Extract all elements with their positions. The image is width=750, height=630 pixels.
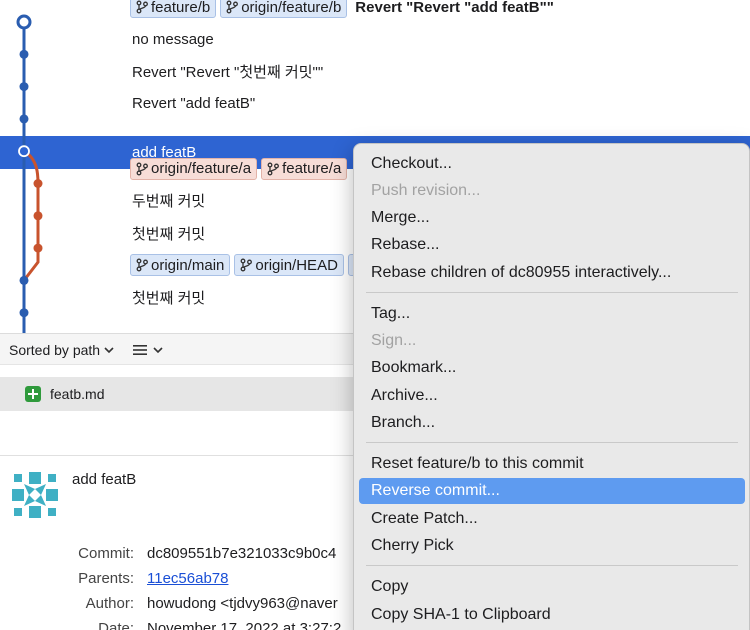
menu-item-copy[interactable]: Copy	[359, 574, 745, 600]
author-label: Author:	[85, 595, 134, 612]
menu-item-rebase[interactable]: Rebase...	[359, 232, 745, 258]
commit-graph	[16, 14, 43, 333]
parents-label: Parents:	[78, 570, 134, 587]
commit-row-content: feature/b origin/feature/b Revert "Revert …	[130, 0, 554, 23]
menu-item-tag[interactable]: Tag...	[359, 301, 745, 327]
file-name: featb.md	[50, 386, 105, 402]
menu-item-rebase-children-of-dc80955-interactively[interactable]: Rebase children of dc80955 interactively…	[359, 260, 745, 286]
menu-item-bookmark[interactable]: Bookmark...	[359, 355, 745, 381]
commit-message: no message	[132, 30, 214, 48]
commit-row[interactable]: no message	[0, 23, 750, 55]
commit-row-content: 첫번째 커밋	[130, 282, 205, 314]
commit-row-content: 두번째 커밋	[130, 185, 205, 217]
commit-node	[19, 114, 29, 124]
commit-row-content: Revert "add featB"	[130, 88, 255, 120]
author-avatar	[12, 472, 58, 518]
menu-separator	[366, 565, 738, 566]
menu-item-copy-sha-1-to-clipboard[interactable]: Copy SHA-1 to Clipboard	[359, 602, 745, 628]
commit-message: 첫번째 커밋	[132, 290, 206, 308]
menu-item-merge[interactable]: Merge...	[359, 205, 745, 231]
commit-row-content: origin/feature/a feature/a	[130, 153, 353, 185]
commit-message: Revert "add featB"	[132, 95, 256, 113]
commit-message: 두번째 커밋	[132, 193, 206, 211]
commit-message: Revert "Revert "첫번째 커밋""	[132, 64, 324, 82]
chevron-down-icon	[153, 347, 163, 354]
branch-icon	[136, 162, 148, 175]
menu-separator	[366, 292, 738, 293]
branch-tag-label: origin/HEAD	[255, 256, 338, 274]
list-icon	[133, 345, 147, 355]
commit-row-content: 첫번째 커밋	[130, 217, 205, 249]
commit-row-content: Revert "Revert "첫번째 커밋""	[130, 56, 323, 88]
commit-subject: add featB	[72, 471, 137, 488]
commit-node	[18, 145, 30, 158]
date-value: November 17, 2022 at 3:27:2	[147, 620, 342, 630]
commit-node	[33, 179, 43, 188]
menu-item-push-revision: Push revision...	[371, 182, 481, 199]
view-mode-dropdown[interactable]	[133, 334, 163, 366]
author-value: howudong <tjdvy963@naver	[147, 595, 338, 612]
date-label: Date:	[98, 620, 134, 630]
commit-row-content: no message	[130, 23, 214, 55]
branch-icon	[136, 0, 148, 14]
branch-icon	[136, 258, 148, 272]
branch-tag[interactable]: origin/feature/a	[130, 157, 258, 180]
file-added-icon	[25, 386, 41, 402]
branch-tag[interactable]: origin/main	[130, 254, 231, 277]
commit-row[interactable]: Revert "add featB"	[0, 88, 750, 120]
commit-node	[19, 82, 29, 92]
commit-hash: dc809551b7e321033c9b0c4	[147, 545, 337, 562]
commit-node	[16, 14, 32, 30]
commit-node	[33, 211, 43, 221]
commit-message: Revert "Revert "add featB""	[355, 0, 554, 16]
branch-icon	[267, 162, 280, 175]
menu-item-branch[interactable]: Branch...	[359, 410, 745, 436]
menu-separator	[366, 442, 738, 443]
branch-icon	[226, 0, 239, 14]
branch-tag-label: origin/main	[151, 256, 225, 274]
branch-tag-label: origin/feature/a	[151, 160, 252, 177]
menu-item-archive[interactable]: Archive...	[359, 383, 745, 409]
branch-tag-label: feature/b	[151, 0, 211, 16]
chevron-down-icon	[104, 347, 114, 354]
commit-message: 첫번째 커밋	[132, 225, 206, 243]
menu-item-cherry-pick[interactable]: Cherry Pick	[359, 533, 745, 559]
commit-row[interactable]: Revert "Revert "첫번째 커밋""	[0, 56, 750, 88]
commit-row[interactable]: feature/b origin/feature/b Revert "Revert …	[0, 0, 750, 23]
sort-dropdown[interactable]: Sorted by path	[9, 334, 114, 366]
branch-tag[interactable]: origin/feature/b	[220, 0, 348, 18]
commit-row-content: origin/main origin/HEAD	[130, 249, 362, 281]
branch-tag[interactable]: feature/a	[261, 157, 348, 180]
context-menu: Checkout... Push revision... Merge... Rebas…	[353, 143, 750, 630]
commit-node	[19, 275, 29, 285]
commit-node	[19, 49, 29, 59]
branch-tag[interactable]: feature/b	[130, 0, 217, 18]
branch-tag[interactable]: origin/HEAD	[234, 254, 344, 277]
menu-item-reverse-commit[interactable]: Reverse commit...	[359, 478, 745, 504]
menu-item-reset-feature-b-to-this-commit[interactable]: Reset feature/b to this commit	[359, 451, 745, 477]
commit-node	[33, 243, 43, 253]
commit-label: Commit:	[78, 545, 134, 562]
parent-hash-link[interactable]: 11ec56ab78	[147, 570, 228, 587]
menu-item-checkout[interactable]: Checkout...	[359, 151, 745, 177]
branch-tag-label: origin/feature/b	[241, 0, 342, 16]
branch-tag-label: feature/a	[282, 160, 342, 177]
menu-item-create-patch[interactable]: Create Patch...	[359, 506, 745, 532]
sort-label: Sorted by path	[9, 342, 101, 358]
branch-icon	[240, 258, 253, 272]
menu-item-sign: Sign...	[371, 332, 417, 349]
commit-node	[19, 308, 29, 318]
